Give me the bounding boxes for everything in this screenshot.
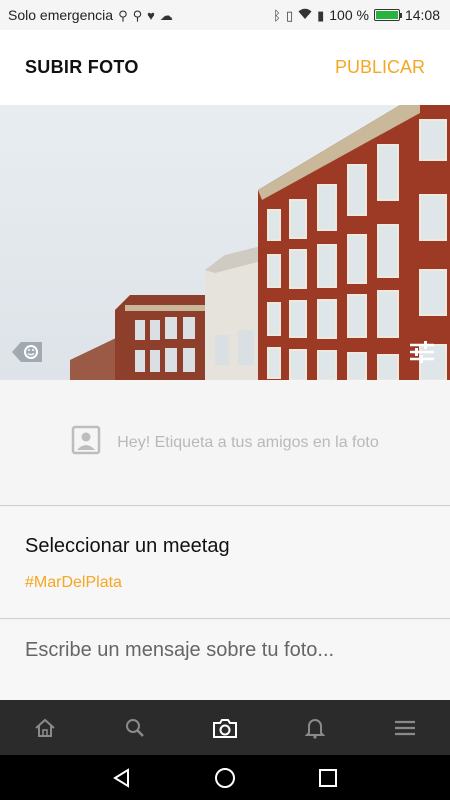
android-nav	[0, 755, 450, 800]
bell-icon[interactable]	[285, 700, 345, 755]
meetag-selector[interactable]: Seleccionar un meetag #MarDelPlata	[0, 507, 450, 619]
message-section	[0, 620, 450, 700]
status-bar: Solo emergencia ⚲ ⚲ ♥ ☁ ᛒ ▯ ▮ 100 % 14:0…	[0, 0, 450, 30]
vibrate-icon: ▯	[285, 7, 294, 23]
recents-icon[interactable]	[308, 758, 348, 798]
meetag-value[interactable]: #MarDelPlata	[25, 574, 425, 592]
battery-icon	[373, 9, 402, 21]
heart-rate-icon: ♥	[147, 7, 155, 23]
portrait-icon	[71, 425, 101, 460]
menu-icon[interactable]	[375, 700, 435, 755]
sim-icon: ▮	[317, 7, 325, 23]
battery-percent: 100 %	[329, 7, 369, 23]
search-icon[interactable]	[105, 700, 165, 755]
building-photo	[0, 105, 450, 380]
usb-icon: ⚲	[118, 7, 128, 23]
cloud-icon: ☁	[159, 7, 173, 23]
carrier-text: Solo emergencia	[8, 7, 114, 23]
bluetooth-icon: ᛒ	[273, 7, 281, 23]
meetag-label: Seleccionar un meetag	[25, 535, 230, 557]
filter-sliders-icon[interactable]	[408, 339, 436, 365]
tag-friends-hint: Hey! Etiqueta a tus amigos en la foto	[117, 433, 379, 451]
clock: 14:08	[404, 7, 440, 23]
back-icon[interactable]	[102, 758, 142, 798]
tag-face-icon[interactable]	[10, 339, 44, 365]
photo-preview[interactable]	[0, 105, 450, 380]
publish-button[interactable]: PUBLICAR	[335, 57, 425, 78]
wifi-icon	[298, 8, 312, 22]
camera-icon[interactable]	[195, 700, 255, 755]
bottom-nav	[0, 700, 450, 755]
battery-fill	[375, 11, 398, 19]
home-icon[interactable]	[15, 700, 75, 755]
tag-friends-area[interactable]: Hey! Etiqueta a tus amigos en la foto	[0, 380, 450, 506]
app-header: SUBIR FOTO PUBLICAR	[0, 30, 450, 105]
usb-icon: ⚲	[132, 7, 143, 23]
home-circle-icon[interactable]	[205, 758, 245, 798]
status-left: Solo emergencia ⚲ ⚲ ♥ ☁	[8, 7, 173, 23]
status-right: ᛒ ▯ ▮ 100 % 14:08	[273, 7, 440, 23]
message-input[interactable]	[25, 620, 425, 680]
page-title: SUBIR FOTO	[25, 57, 139, 77]
